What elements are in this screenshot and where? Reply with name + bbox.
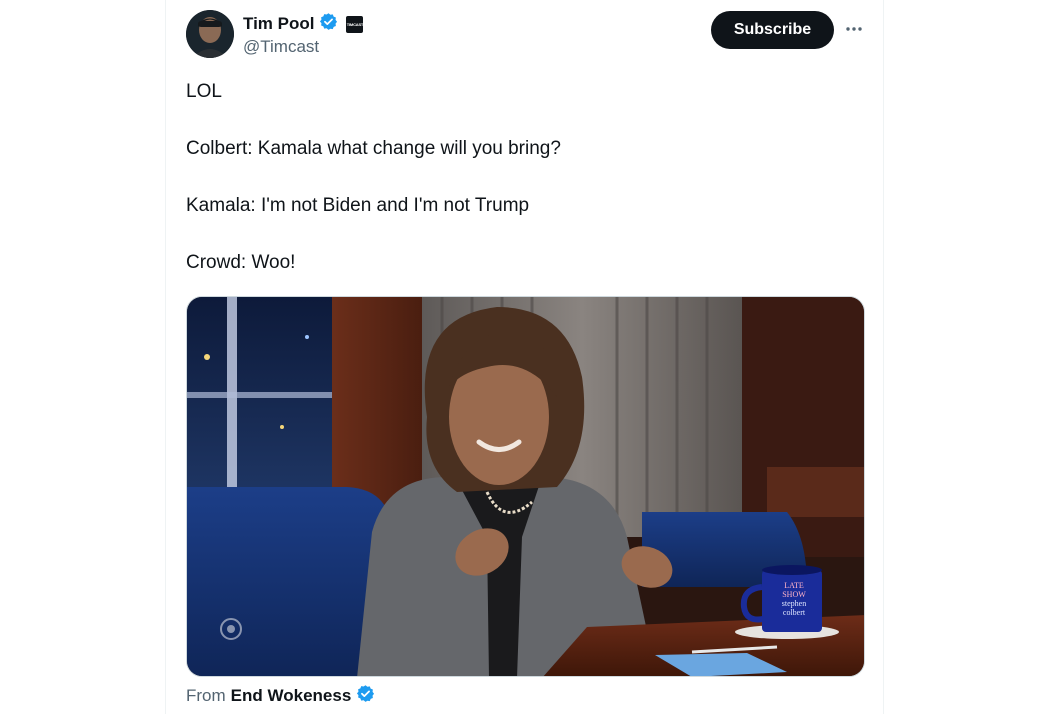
tweet-line: Kamala: I'm not Biden and I'm not Trump — [186, 195, 530, 216]
video-frame — [187, 297, 864, 676]
more-horizontal-icon[interactable] — [842, 17, 866, 41]
avatar[interactable] — [186, 10, 234, 58]
mug-text: SHOW — [782, 590, 806, 599]
mug-text: colbert — [782, 608, 806, 617]
tweet-text: LOL Colbert: Kamala what change will you… — [186, 80, 856, 308]
source-account-link[interactable]: End Wokeness — [231, 686, 352, 706]
affiliate-badge-icon[interactable]: TIMCAST — [346, 15, 364, 33]
tweet-line: Crowd: Woo! — [186, 252, 296, 273]
subscribe-button[interactable]: Subscribe — [711, 11, 834, 49]
author-name[interactable]: Tim Pool — [243, 14, 314, 34]
author-handle[interactable]: @Timcast — [243, 37, 319, 57]
mug-text: LATE — [784, 581, 804, 590]
from-prefix: From — [186, 686, 226, 705]
mug-label: LATE SHOW stephen colbert — [777, 581, 811, 617]
verified-badge-icon — [319, 12, 338, 36]
tweet-line: Colbert: Kamala what change will you bri… — [186, 138, 561, 159]
mug-text: stephen — [781, 599, 807, 608]
author-name-row: Tim Pool TIMCAST — [243, 12, 364, 36]
video-media[interactable]: LATE SHOW stephen colbert — [186, 296, 865, 677]
tweet-line: LOL — [186, 81, 222, 102]
video-source-attribution: From End Wokeness — [186, 684, 375, 708]
verified-badge-icon — [356, 684, 375, 708]
tweet-column: Tim Pool TIMCAST @Timcast Subscribe LOL … — [165, 0, 884, 714]
